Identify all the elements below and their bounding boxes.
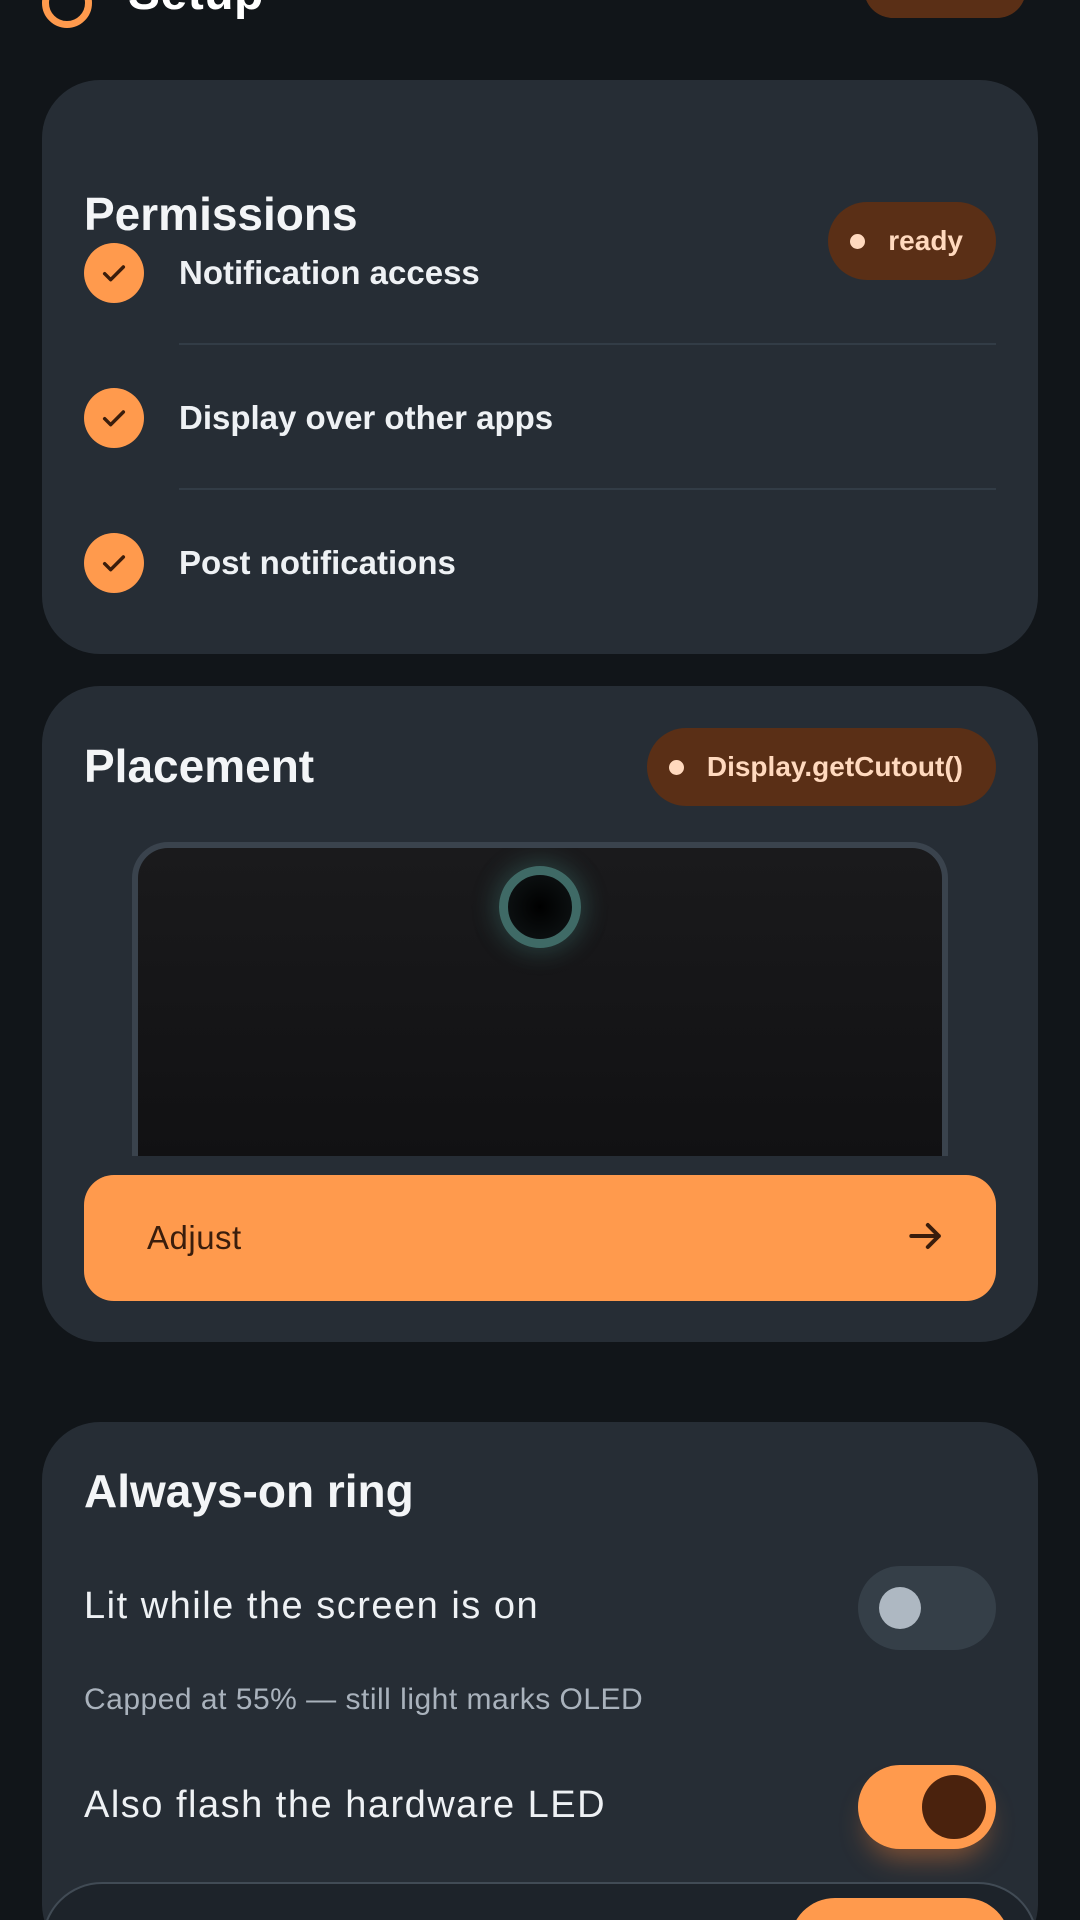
adjust-button-label: Adjust	[147, 1219, 242, 1256]
adjust-button[interactable]: Adjust	[84, 1175, 996, 1301]
permission-label: Post notifications	[179, 544, 456, 581]
screen-on-label: Lit while the screen is on	[84, 1585, 540, 1627]
always-on-card: Always-on ring Lit while the screen is o…	[42, 1422, 1038, 1920]
led-flash-toggle[interactable]	[858, 1765, 996, 1849]
check-icon	[84, 533, 144, 593]
header-action-button[interactable]	[864, 0, 1026, 18]
permission-label: Notification access	[179, 254, 480, 291]
app-logo-icon	[42, 0, 92, 28]
permissions-title: Permissions	[84, 188, 358, 240]
permissions-card: Permissions ready Notification access Di…	[42, 80, 1038, 654]
screen-on-toggle[interactable]	[858, 1566, 996, 1650]
status-dot-icon	[668, 759, 684, 775]
camera-cutout-ring-icon	[499, 866, 581, 948]
permission-item-notification-access[interactable]: Notification access	[84, 243, 996, 303]
always-on-title: Always-on ring	[84, 1465, 414, 1517]
divider	[179, 343, 996, 345]
cutout-source-badge: Display.getCutout()	[646, 728, 996, 806]
page-title: Setup	[128, 0, 264, 21]
permission-item-post-notifications[interactable]: Post notifications	[84, 533, 996, 593]
cutout-source-label: Display.getCutout()	[706, 751, 963, 782]
next-card-button[interactable]	[790, 1898, 1010, 1920]
setup-screen: Setup Permissions ready Notification acc…	[0, 0, 1080, 1920]
placement-title: Placement	[84, 740, 315, 792]
check-icon	[84, 388, 144, 448]
led-flash-label: Also flash the hardware LED	[84, 1784, 607, 1826]
arrow-right-icon	[904, 1214, 948, 1263]
permission-label: Display over other apps	[179, 399, 554, 436]
toggle-knob	[879, 1587, 921, 1629]
toggle-knob	[922, 1775, 986, 1839]
phone-preview	[132, 842, 948, 1156]
placement-card: Placement Display.getCutout() Adjust	[42, 686, 1038, 1342]
divider	[179, 488, 996, 490]
brightness-hint: Capped at 55% — still light marks OLED	[84, 1683, 644, 1716]
permission-item-display-over-apps[interactable]: Display over other apps	[84, 388, 996, 448]
check-icon	[84, 243, 144, 303]
